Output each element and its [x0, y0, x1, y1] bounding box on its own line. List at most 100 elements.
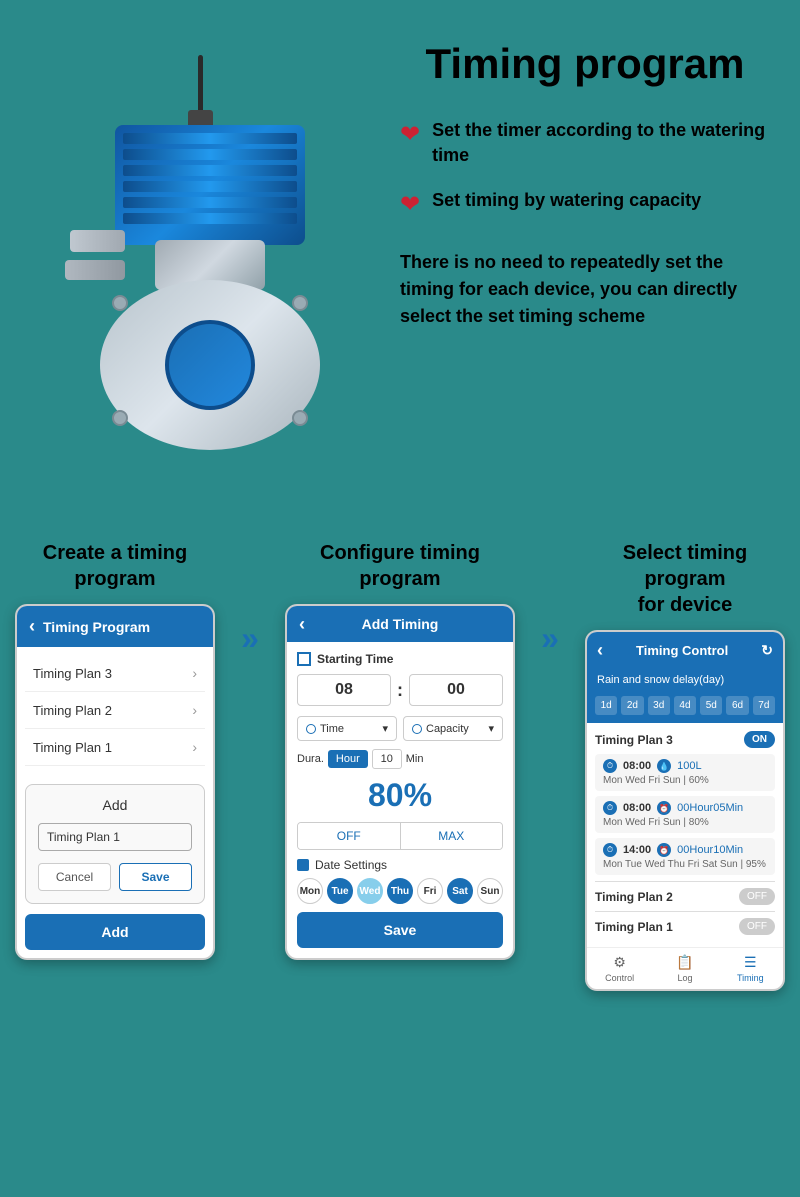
list-item-label: Timing Plan 2 — [33, 703, 112, 718]
time-dropdown[interactable]: Time ▾ — [297, 716, 397, 741]
phone2-save-button[interactable]: Save — [297, 912, 503, 948]
timing-sub-1: Mon Wed Fri Sun | 60% — [603, 775, 767, 786]
duration-row: Dura. Hour 10 Min — [297, 749, 503, 769]
timing-sub-2: Mon Wed Fri Sun | 80% — [603, 817, 767, 828]
list-item[interactable]: Timing Plan 1 › — [25, 729, 205, 766]
step-1-title: Create a timingprogram — [43, 540, 187, 592]
capacity-arrow-icon: ▾ — [488, 722, 494, 735]
controls-row: Time ▾ Capacity ▾ — [297, 716, 503, 741]
timing-sub-3: Mon Tue Wed Thu Fri Sat Sun | 95% — [603, 859, 767, 870]
dialog-input[interactable]: Timing Plan 1 — [38, 823, 192, 851]
step-3-title: Select timing programfor device — [585, 540, 785, 618]
list-item[interactable]: Timing Plan 3 › — [25, 655, 205, 692]
day-tab-4d[interactable]: 4d — [674, 696, 696, 715]
phone3-footer: ⚙ Control 📋 Log ☰ Timing — [587, 947, 783, 989]
day-wed[interactable]: Wed — [357, 878, 383, 904]
clock-small-icon — [306, 724, 316, 734]
arrow-1: » — [230, 540, 270, 657]
phone1-add-dialog: Add Timing Plan 1 Cancel Save — [25, 784, 205, 904]
hour-icon-3: ⏰ — [657, 843, 671, 857]
time-row: 08 : 00 — [297, 674, 503, 706]
divider-2 — [595, 911, 775, 912]
phone2-header: ‹ Add Timing — [287, 606, 513, 642]
capacity-dropdown[interactable]: Capacity ▾ — [403, 716, 503, 741]
save-button[interactable]: Save — [119, 863, 192, 891]
bullet-text-2: Set timing by watering capacity — [432, 188, 701, 213]
dura-value-input[interactable]: 10 — [372, 749, 402, 769]
phone-3-mockup: ‹ Timing Control ↻ Rain and snow delay(d… — [585, 630, 785, 991]
plan1-name: Timing Plan 1 — [595, 920, 673, 934]
timing-val-1: 100L — [677, 760, 701, 772]
plan2-toggle[interactable]: OFF — [739, 888, 775, 905]
day-tab-2d[interactable]: 2d — [621, 696, 643, 715]
capacity-icon — [412, 724, 422, 734]
day-sat[interactable]: Sat — [447, 878, 473, 904]
timing-item-3: ⏱ 14:00 ⏰ 00Hour10Min Mon Tue Wed Thu Fr… — [595, 838, 775, 875]
timer-icon-1: ⏱ — [603, 759, 617, 773]
day-tabs: 1d 2d 3d 4d 5d 6d 7d — [587, 691, 783, 723]
phone1-header: ‹ Timing Program — [17, 606, 213, 647]
step-2-title: Configure timingprogram — [320, 540, 480, 592]
dialog-buttons: Cancel Save — [38, 863, 192, 891]
step-col-1: Create a timingprogram ‹ Timing Program … — [15, 540, 215, 960]
timing-val-2: 00Hour05Min — [677, 802, 743, 814]
phone2-body: Starting Time 08 : 00 — [287, 642, 513, 958]
day-tab-7d[interactable]: 7d — [753, 696, 775, 715]
hour-input[interactable]: 08 — [297, 674, 391, 706]
off-button[interactable]: OFF — [298, 823, 400, 849]
plan1-toggle[interactable]: OFF — [739, 918, 775, 935]
refresh-icon[interactable]: ↻ — [761, 642, 773, 659]
footer-timing-label: Timing — [737, 973, 764, 983]
days-row: Mon Tue Wed Thu Fri Sat Sun — [297, 878, 503, 904]
description-text: There is no need to repeatedly set the t… — [400, 249, 770, 330]
phone1-back-icon[interactable]: ‹ — [29, 616, 35, 637]
phone1-list: Timing Plan 3 › Timing Plan 2 › Timing P… — [17, 647, 213, 774]
phone3-header-title: Timing Control — [636, 643, 728, 658]
log-icon: 📋 — [676, 954, 693, 971]
timing-time-2: 08:00 — [623, 802, 651, 814]
list-item[interactable]: Timing Plan 2 › — [25, 692, 205, 729]
day-fri[interactable]: Fri — [417, 878, 443, 904]
plan2-row: Timing Plan 2 OFF — [595, 888, 775, 905]
day-tue[interactable]: Tue — [327, 878, 353, 904]
off-max-toggle: OFF MAX — [297, 822, 503, 850]
hour-icon-2: ⏰ — [657, 801, 671, 815]
right-content: Timing program ❤ Set the timer according… — [380, 30, 780, 500]
phone2-back-icon[interactable]: ‹ — [299, 614, 305, 635]
date-settings-section: Date Settings Mon Tue Wed Thu Fri Sat Su… — [297, 858, 503, 904]
chevron-right-icon: › — [192, 702, 197, 718]
step-col-2: Configure timingprogram ‹ Add Timing Sta… — [285, 540, 515, 960]
day-thu[interactable]: Thu — [387, 878, 413, 904]
day-mon[interactable]: Mon — [297, 878, 323, 904]
calendar-icon — [297, 859, 309, 871]
timing-item-2: ⏱ 08:00 ⏰ 00Hour05Min Mon Wed Fri Sun | … — [595, 796, 775, 833]
timing-val-3: 00Hour10Min — [677, 844, 743, 856]
day-tab-5d[interactable]: 5d — [700, 696, 722, 715]
footer-control[interactable]: ⚙ Control — [587, 954, 652, 983]
minute-input[interactable]: 00 — [409, 674, 503, 706]
day-sun[interactable]: Sun — [477, 878, 503, 904]
time-dropdown-label: Time — [320, 723, 344, 735]
day-tab-6d[interactable]: 6d — [726, 696, 748, 715]
dialog-add-label: Add — [38, 797, 192, 813]
day-tab-1d[interactable]: 1d — [595, 696, 617, 715]
bullet-text-1: Set the timer according to the watering … — [432, 118, 770, 168]
plan3-toggle[interactable]: ON — [744, 731, 775, 748]
footer-timing[interactable]: ☰ Timing — [718, 954, 783, 983]
time-colon: : — [397, 680, 403, 701]
dura-hour-box: Hour — [328, 750, 368, 768]
phone3-back-icon[interactable]: ‹ — [597, 640, 603, 661]
timing-item-1: ⏱ 08:00 💧 100L Mon Wed Fri Sun | 60% — [595, 754, 775, 791]
bullet-item-2: ❤ Set timing by watering capacity — [400, 188, 770, 219]
cancel-button[interactable]: Cancel — [38, 863, 111, 891]
control-icon: ⚙ — [613, 954, 626, 971]
step-col-3: Select timing programfor device ‹ Timing… — [585, 540, 785, 991]
footer-log[interactable]: 📋 Log — [652, 954, 717, 983]
max-button[interactable]: MAX — [400, 823, 503, 849]
device-image-area — [20, 30, 380, 500]
day-tab-3d[interactable]: 3d — [648, 696, 670, 715]
forward-arrow-icon-2: » — [541, 620, 559, 657]
percent-display: 80% — [297, 777, 503, 814]
phone3-header: ‹ Timing Control ↻ — [587, 632, 783, 669]
phone1-add-button[interactable]: Add — [25, 914, 205, 950]
